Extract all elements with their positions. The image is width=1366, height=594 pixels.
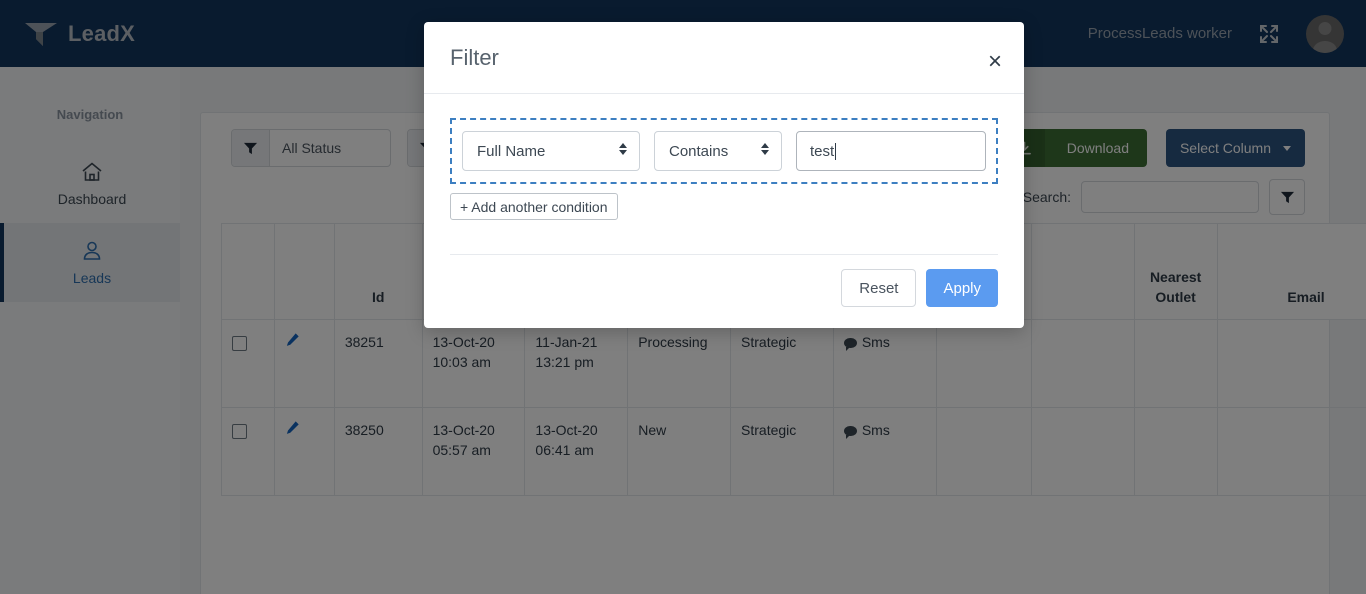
- filter-value-input[interactable]: test: [796, 131, 986, 171]
- modal-header: Filter ×: [424, 22, 1024, 94]
- apply-button[interactable]: Apply: [926, 269, 998, 307]
- app-root: LeadX ProcessLeads worker Navigation: [0, 0, 1366, 594]
- add-another-condition-button[interactable]: + Add another condition: [450, 193, 618, 220]
- modal-title: Filter: [450, 44, 499, 70]
- filter-field-select[interactable]: Full Name: [462, 131, 640, 171]
- close-icon[interactable]: ×: [988, 50, 1002, 74]
- filter-value-text: test: [810, 142, 835, 160]
- select-arrows-icon: [760, 141, 770, 161]
- filter-modal: Filter × Full Name Contains test + Add a…: [424, 22, 1024, 328]
- modal-body: Full Name Contains test + Add another co…: [424, 94, 1024, 254]
- reset-button[interactable]: Reset: [841, 269, 917, 307]
- modal-footer: Reset Apply: [450, 254, 998, 328]
- select-arrows-icon: [618, 141, 628, 161]
- filter-operator-value: Contains: [669, 142, 729, 160]
- filter-operator-select[interactable]: Contains: [654, 131, 782, 171]
- text-cursor: [835, 142, 837, 160]
- filter-field-value: Full Name: [477, 142, 546, 160]
- filter-condition-row: Full Name Contains test: [450, 118, 998, 184]
